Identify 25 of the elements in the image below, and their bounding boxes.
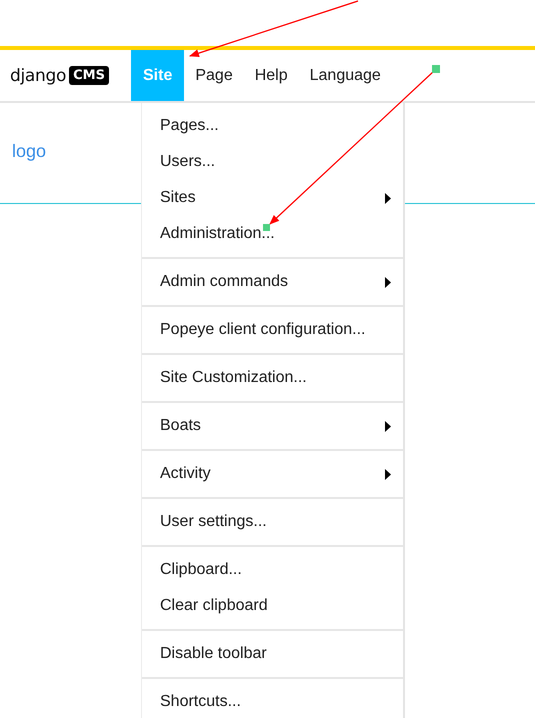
menu-entry[interactable]: Pages... xyxy=(142,108,403,144)
submenu-arrow-icon xyxy=(385,420,391,432)
marker-square xyxy=(263,224,270,231)
submenu-arrow-icon xyxy=(385,192,391,204)
logo-text: django xyxy=(10,66,66,86)
menu-entry[interactable]: User settings... xyxy=(142,504,403,540)
menu-entry[interactable]: Activity xyxy=(142,456,403,492)
submenu-arrow-icon xyxy=(385,276,391,288)
menu-entry[interactable]: Clipboard... xyxy=(142,552,403,588)
submenu-arrow-icon xyxy=(385,468,391,480)
menu-entry[interactable]: Admin commands xyxy=(142,264,403,300)
menu-entry[interactable]: Site Customization... xyxy=(142,360,403,396)
menu-entry[interactable]: Disable toolbar xyxy=(142,636,403,672)
logo-badge: CMS xyxy=(69,66,109,85)
menu-item[interactable]: Language xyxy=(298,50,392,101)
menu-entry[interactable]: Administration... xyxy=(142,216,403,252)
menu-item[interactable]: Page xyxy=(184,50,244,101)
menu-entry[interactable]: Sites xyxy=(142,180,403,216)
menu-entry[interactable]: Clear clipboard xyxy=(142,588,403,624)
menu-entry[interactable]: Boats xyxy=(142,408,403,444)
marker-square xyxy=(432,65,440,73)
menu-entry[interactable]: Users... xyxy=(142,144,403,180)
menu-entry[interactable]: Shortcuts... xyxy=(142,684,403,718)
menu-entry[interactable]: Popeye client configuration... xyxy=(142,312,403,348)
menu-item[interactable]: Help xyxy=(244,50,299,101)
